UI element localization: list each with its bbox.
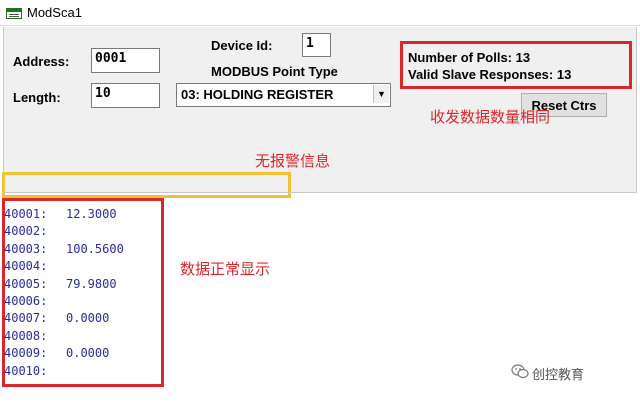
window-title: ModSca1	[27, 5, 82, 20]
register-row: 40003: 100.5600	[4, 241, 164, 258]
register-value: 79.9800	[66, 276, 117, 291]
register-address: 40005:	[4, 276, 48, 291]
annotation-data-ok: 数据正常显示	[180, 261, 271, 278]
wechat-icon	[511, 364, 529, 379]
register-address: 40007:	[4, 311, 48, 326]
valid-slave-responses: Valid Slave Responses: 13	[408, 67, 572, 82]
panel-divider	[3, 192, 637, 193]
alarm-message-area	[2, 172, 291, 198]
register-list: 40001: 12.3000 40002: 40003: 100.5600 4000…	[4, 206, 164, 380]
register-row: 40010:	[4, 363, 164, 380]
app-icon	[6, 8, 22, 19]
register-row: 40009: 0.0000	[4, 345, 164, 362]
point-type-select[interactable]: 03: HOLDING REGISTER ▼	[176, 83, 391, 107]
device-id-label: Device Id:	[211, 38, 273, 53]
register-address: 40001:	[4, 207, 48, 221]
register-address: 40006:	[4, 293, 48, 308]
title-bar[interactable]: ModSca1	[0, 0, 640, 26]
modscan-window: ModSca1 Address: 0001 Length: 10 Device …	[0, 0, 640, 402]
register-row: 40001: 12.3000	[4, 206, 164, 223]
register-row: 40004:	[4, 258, 164, 275]
register-address: 40010:	[4, 363, 48, 378]
annotation-no-alarm: 无报警信息	[255, 153, 331, 170]
poll-stats-box: Number of Polls: 13 Valid Slave Response…	[400, 41, 632, 89]
length-input[interactable]: 10	[91, 83, 160, 108]
watermark-text: 创控教育	[532, 367, 585, 382]
chevron-down-icon[interactable]: ▼	[373, 85, 389, 103]
register-address: 40008:	[4, 328, 48, 343]
number-of-polls: Number of Polls: 13	[408, 50, 531, 65]
point-type-selected: 03: HOLDING REGISTER	[181, 87, 334, 102]
register-row: 40007: 0.0000	[4, 310, 164, 327]
register-address: 40004:	[4, 259, 48, 274]
address-label: Address:	[13, 54, 70, 69]
register-value: 100.5600	[66, 241, 124, 256]
length-label: Length:	[13, 90, 61, 105]
register-row: 40002:	[4, 223, 164, 240]
register-address: 40009:	[4, 346, 48, 361]
register-address: 40002:	[4, 224, 48, 239]
register-address: 40003:	[4, 241, 48, 256]
annotation-counts-equal: 收发数据数量相同	[430, 109, 551, 126]
register-row: 40008:	[4, 328, 164, 345]
point-type-label: MODBUS Point Type	[211, 64, 338, 79]
register-row: 40005: 79.9800	[4, 276, 164, 293]
device-id-input[interactable]: 1	[302, 33, 331, 57]
register-value: 0.0000	[66, 311, 110, 326]
register-value: 0.0000	[66, 346, 110, 361]
address-input[interactable]: 0001	[91, 48, 160, 73]
register-row: 40006:	[4, 293, 164, 310]
register-value: 12.3000	[66, 207, 117, 221]
